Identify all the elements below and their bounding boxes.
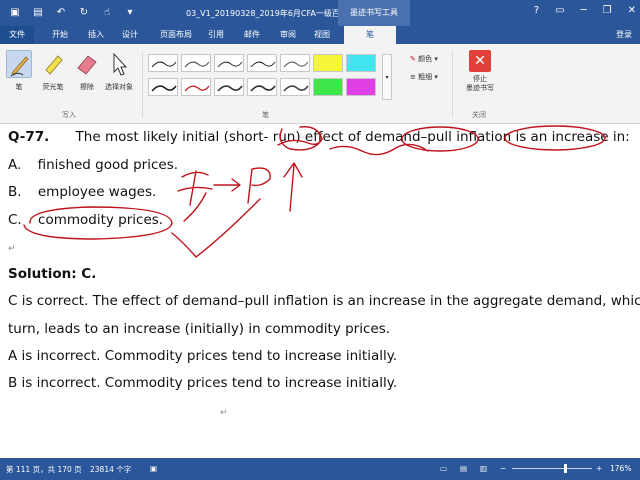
ribbon-display-icon[interactable]: ▭ — [555, 5, 564, 16]
highlighter-cyan[interactable] — [346, 54, 376, 72]
save-icon[interactable]: ▤ — [31, 6, 45, 19]
ink-annotations[interactable] — [0, 125, 640, 458]
tab-insert[interactable]: 插入 — [88, 29, 104, 40]
pen-style-4[interactable] — [247, 54, 277, 72]
stop-inking-button[interactable]: ✕ 停止 墨迹书写 — [460, 50, 500, 93]
ink-underline-effect — [277, 138, 323, 146]
pen-style-9[interactable] — [280, 78, 310, 96]
pen-style-5[interactable] — [280, 54, 310, 72]
tab-references[interactable]: 引用 — [208, 29, 224, 40]
document-title: 03_V1_20190328_2019年6月CFA一级百题班... — [186, 9, 364, 18]
ink-arrow-1 — [213, 178, 241, 192]
pen-gallery — [148, 54, 380, 100]
tab-mailings[interactable]: 邮件 — [244, 29, 260, 40]
page-count[interactable]: 第 111 页，共 170 页 — [6, 464, 82, 475]
touch-mode-icon[interactable]: ☝ — [100, 6, 114, 19]
highlighter-green[interactable] — [313, 78, 343, 96]
title-bar: ▣ ▤ ↶ ↻ ☝ ▾ 03_V1_20190328_2019年6月CFA一级百… — [0, 0, 640, 26]
eraser-icon — [74, 50, 100, 78]
customize-qat-icon[interactable]: ▾ — [123, 6, 137, 19]
ink-wave-demand-pull — [329, 143, 429, 156]
document-page[interactable]: Q-77. The most likely initial (short- ru… — [0, 125, 640, 458]
status-bar: 第 111 页，共 170 页 23814 个字 ▣ ▭ ▤ ▥ − + 176… — [0, 458, 640, 480]
ink-circle-inflation — [401, 126, 479, 152]
proofing-icon[interactable]: ▣ — [150, 464, 157, 473]
minimize-button[interactable]: ─ — [581, 5, 587, 16]
help-icon[interactable]: ? — [534, 5, 539, 16]
quick-access-toolbar: ▣ ▤ ↶ ↻ ☝ ▾ — [8, 6, 137, 19]
thickness-icon: ≡ — [410, 73, 416, 81]
pen-style-7[interactable] — [214, 78, 244, 96]
tab-layout[interactable]: 页面布局 — [160, 29, 192, 40]
pen-style-2[interactable] — [181, 54, 211, 72]
ink-up-arrow — [283, 162, 303, 212]
restore-button[interactable]: ❐ — [603, 5, 612, 16]
ink-thickness-dropdown[interactable]: ≡ 粗细 ▾ — [410, 72, 438, 82]
pen-icon — [6, 50, 32, 78]
pen-style-3[interactable] — [214, 54, 244, 72]
pen-style-6[interactable] — [148, 78, 178, 96]
redo-icon[interactable]: ↻ — [77, 6, 91, 19]
zoom-in-icon[interactable]: + — [596, 464, 602, 473]
ink-ad-symbol — [177, 170, 213, 222]
ink-p-letter — [247, 167, 271, 204]
tab-pen[interactable]: 笔 — [344, 26, 396, 44]
tab-view[interactable]: 视图 — [314, 29, 330, 40]
pen-style-1[interactable] — [148, 54, 178, 72]
context-tab-ink-tools: 墨迹书写工具 — [338, 0, 410, 26]
ink-circle-increase — [504, 125, 606, 151]
highlighter-icon — [40, 50, 66, 78]
zoom-slider[interactable] — [512, 468, 592, 469]
pen-tool-button[interactable]: 笔 — [4, 50, 34, 92]
ink-circle-commodity-prices — [23, 206, 173, 240]
ink-color-icon: ✎ — [410, 55, 416, 63]
zoom-slider-thumb[interactable] — [564, 464, 567, 473]
highlighter-magenta[interactable] — [346, 78, 376, 96]
read-mode-icon[interactable]: ▭ — [440, 464, 447, 473]
ribbon-tabs: 文件 开始 插入 设计 页面布局 引用 邮件 审阅 视图 笔 登录 — [0, 26, 640, 44]
undo-icon[interactable]: ↶ — [54, 6, 68, 19]
pen-style-red[interactable] — [181, 78, 211, 96]
tab-review[interactable]: 审阅 — [280, 29, 296, 40]
tab-design[interactable]: 设计 — [122, 29, 138, 40]
word-count[interactable]: 23814 个字 — [90, 464, 131, 475]
select-cursor-icon — [106, 50, 132, 78]
sign-in-link[interactable]: 登录 — [616, 29, 632, 40]
highlighter-yellow[interactable] — [313, 54, 343, 72]
ink-color-dropdown[interactable]: ✎ 颜色 ▾ — [410, 54, 438, 64]
ink-check-mark — [171, 198, 261, 258]
ribbon-pen: 笔 荧光笔 擦除 选择对象 写入 ▾ 笔 ✎ 颜色 ▾ ≡ 粗细 ▾ ✕ 停止 … — [0, 44, 640, 124]
word-logo-icon: ▣ — [10, 7, 20, 18]
stop-inking-icon: ✕ — [469, 50, 491, 72]
pen-gallery-more-button[interactable]: ▾ — [382, 54, 392, 100]
web-layout-icon[interactable]: ▥ — [480, 464, 487, 473]
highlighter-tool-button[interactable]: 荧光笔 — [38, 50, 68, 92]
print-layout-icon[interactable]: ▤ — [460, 464, 467, 473]
ink-circle-effect — [279, 126, 323, 151]
close-button[interactable]: ✕ — [628, 5, 636, 16]
pen-style-8[interactable] — [247, 78, 277, 96]
eraser-tool-button[interactable]: 擦除 — [72, 50, 102, 92]
select-objects-button[interactable]: 选择对象 — [104, 50, 134, 92]
zoom-out-icon[interactable]: − — [500, 464, 506, 473]
tab-home[interactable]: 开始 — [52, 29, 68, 40]
tab-file[interactable]: 文件 — [0, 26, 34, 44]
zoom-level[interactable]: 176% — [610, 464, 631, 473]
